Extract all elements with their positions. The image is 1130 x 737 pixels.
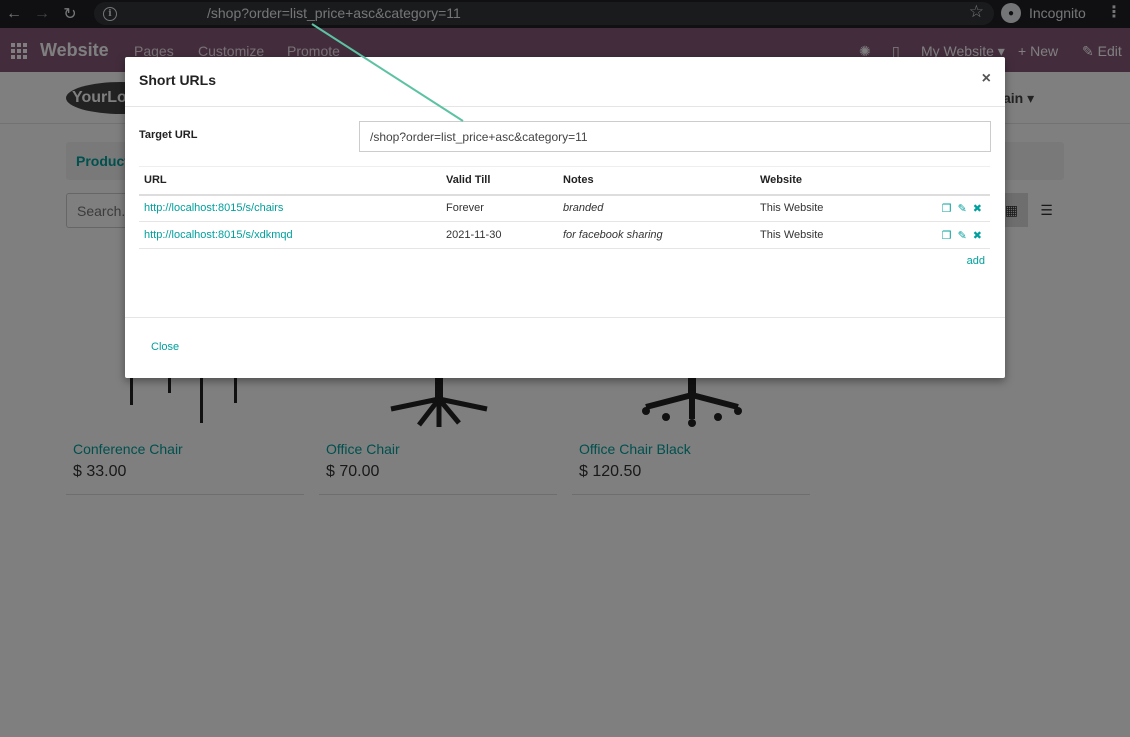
table-row: http://localhost:8015/s/chairs Forever b… [139,194,990,222]
dialog-header: Short URLs × [125,57,1005,107]
notes-cell: branded [558,194,755,222]
notes-cell: for facebook sharing [558,221,755,249]
edit-icon[interactable]: ✎ [958,202,967,215]
delete-icon[interactable]: ✖ [973,229,982,242]
table-header-row: URL Valid Till Notes Website [139,166,990,196]
row-actions: ❐ ✎ ✖ [920,221,990,249]
column-url: URL [139,166,441,196]
delete-icon[interactable]: ✖ [973,202,982,215]
close-icon[interactable]: × [982,70,991,88]
valid-till-cell: Forever [441,194,558,222]
add-link[interactable]: add [967,255,985,267]
website-cell: This Website [755,194,920,222]
target-url-label: Target URL [139,129,198,141]
edit-icon[interactable]: ✎ [958,229,967,242]
short-url-link[interactable]: http://localhost:8015/s/chairs [139,194,441,222]
close-button[interactable]: Close [151,341,179,353]
short-urls-table: URL Valid Till Notes Website http://loca… [139,166,990,249]
dialog-footer: Close [125,317,1005,378]
column-notes: Notes [558,166,755,196]
column-valid-till: Valid Till [441,166,558,196]
short-url-link[interactable]: http://localhost:8015/s/xdkmqd [139,221,441,249]
website-cell: This Website [755,221,920,249]
copy-icon[interactable]: ❐ [942,229,952,242]
column-actions [920,166,990,196]
target-url-input[interactable] [359,121,991,152]
copy-icon[interactable]: ❐ [942,202,952,215]
short-urls-dialog: Short URLs × Target URL URL Valid Till N… [125,57,1005,378]
column-website: Website [755,166,920,196]
valid-till-cell: 2021-11-30 [441,221,558,249]
dialog-title: Short URLs [139,72,216,88]
row-actions: ❐ ✎ ✖ [920,194,990,222]
table-row: http://localhost:8015/s/xdkmqd 2021-11-3… [139,221,990,249]
